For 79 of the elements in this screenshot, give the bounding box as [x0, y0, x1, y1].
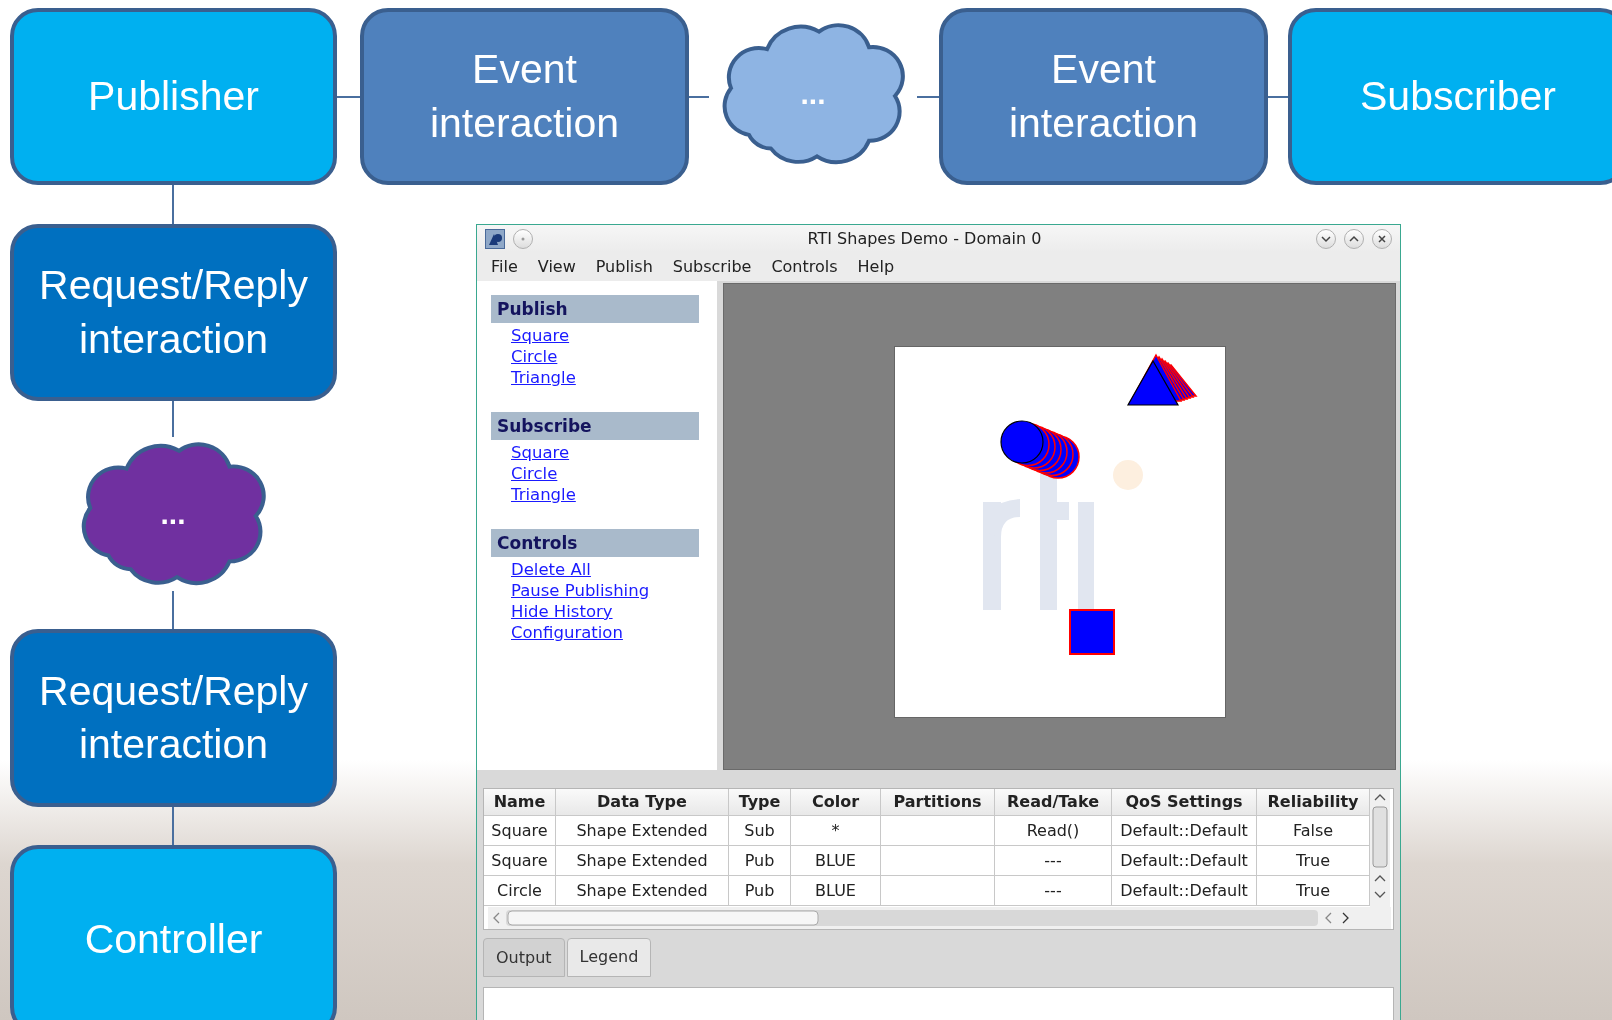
dot-icon	[521, 236, 525, 241]
table-cell: Circle	[484, 875, 556, 906]
section-heading: Publish	[491, 295, 699, 323]
column-header[interactable]: Name	[484, 788, 556, 816]
table-cell: BLUE	[791, 875, 881, 906]
table-cell: Shape Extended	[556, 875, 729, 906]
horizontal-scrollbar[interactable]	[488, 906, 1391, 929]
connector-line	[172, 184, 174, 225]
sidebar-link[interactable]: Square	[511, 325, 570, 346]
sidebar-link[interactable]: Pause Publishing	[511, 580, 650, 601]
box-label: Request/Reply interaction	[38, 666, 309, 769]
section-heading: Subscribe	[491, 412, 699, 440]
column-header[interactable]: Reliability	[1257, 788, 1370, 816]
chevron-down-icon	[1321, 234, 1331, 243]
panel-tab[interactable]: Output	[483, 937, 565, 977]
table-cell: Square	[484, 815, 556, 846]
table-cell: *	[791, 815, 881, 846]
table-cell: Square	[484, 845, 556, 876]
sidebar-link[interactable]: Square	[511, 442, 570, 463]
sidebar-link[interactable]: Triangle	[511, 484, 576, 505]
column-header[interactable]: QoS Settings	[1112, 788, 1257, 816]
sidebar-link[interactable]: Circle	[511, 346, 558, 367]
connector-line	[172, 590, 174, 630]
table-cell: Sub	[729, 815, 791, 846]
box-label: Controller	[84, 915, 263, 965]
sidebar-link[interactable]: Configuration	[511, 622, 623, 643]
vertical-scrollbar[interactable]	[1370, 788, 1390, 907]
table-cell: Default::Default	[1112, 815, 1257, 846]
triangle-shape	[1126, 353, 1198, 406]
close-icon	[1377, 233, 1387, 244]
sidebar-link[interactable]: Circle	[511, 463, 558, 484]
table-cell: Read()	[995, 815, 1112, 846]
connector-line	[172, 806, 174, 846]
cloud-label: ...	[800, 77, 826, 111]
table-cell: Shape Extended	[556, 845, 729, 876]
sidebar-link[interactable]: Delete All	[511, 559, 591, 580]
menu-item[interactable]: View	[527, 257, 586, 277]
maximize-button[interactable]	[1344, 228, 1364, 249]
close-button[interactable]	[1372, 228, 1392, 249]
window-title: RTI Shapes Demo - Domain 0	[806, 229, 1043, 249]
box-label: Request/Reply interaction	[38, 261, 309, 364]
table-cell: Shape Extended	[556, 815, 729, 846]
connector-line	[172, 400, 174, 438]
table-cell: ---	[995, 845, 1112, 876]
panel-tab[interactable]: Legend	[566, 937, 652, 977]
square-shape	[1068, 609, 1115, 655]
menu-item[interactable]: Controls	[761, 257, 848, 277]
menu-item[interactable]: Help	[847, 257, 905, 277]
sidebar-link[interactable]: Hide History	[511, 601, 613, 622]
box-label: Publisher	[88, 71, 259, 121]
table-cell: BLUE	[791, 845, 881, 876]
minimize-button[interactable]	[1316, 228, 1336, 249]
box-label: Event interaction	[428, 45, 621, 148]
section-heading: Controls	[491, 529, 699, 557]
table-cell: Pub	[729, 875, 791, 906]
menu-item[interactable]: File	[481, 257, 528, 277]
column-header[interactable]: Data Type	[556, 788, 729, 816]
menu-item[interactable]: Publish	[585, 257, 663, 277]
sidebar-link[interactable]: Triangle	[511, 367, 576, 388]
connector-line	[688, 96, 710, 98]
table-cell: Default::Default	[1112, 845, 1257, 876]
table-cell: Default::Default	[1112, 875, 1257, 906]
column-header[interactable]: Partitions	[881, 788, 995, 816]
chevron-up-icon	[1349, 234, 1359, 243]
table-cell: Pub	[729, 845, 791, 876]
box-label: Event interaction	[1007, 45, 1200, 148]
column-header[interactable]: Color	[791, 788, 881, 816]
box-label: Subscriber	[1360, 71, 1556, 121]
pin-button[interactable]	[513, 228, 533, 249]
connector-line	[336, 96, 361, 98]
connector-line	[916, 96, 940, 98]
column-header[interactable]: Read/Take	[995, 788, 1112, 816]
app-icon[interactable]	[485, 228, 505, 249]
dot-drawing	[1112, 460, 1143, 490]
cloud-label: ...	[160, 497, 186, 531]
table-cell: ---	[995, 875, 1112, 906]
column-header[interactable]: Type	[729, 788, 791, 816]
menu-item[interactable]: Subscribe	[662, 257, 762, 277]
connector-line	[1267, 96, 1289, 98]
